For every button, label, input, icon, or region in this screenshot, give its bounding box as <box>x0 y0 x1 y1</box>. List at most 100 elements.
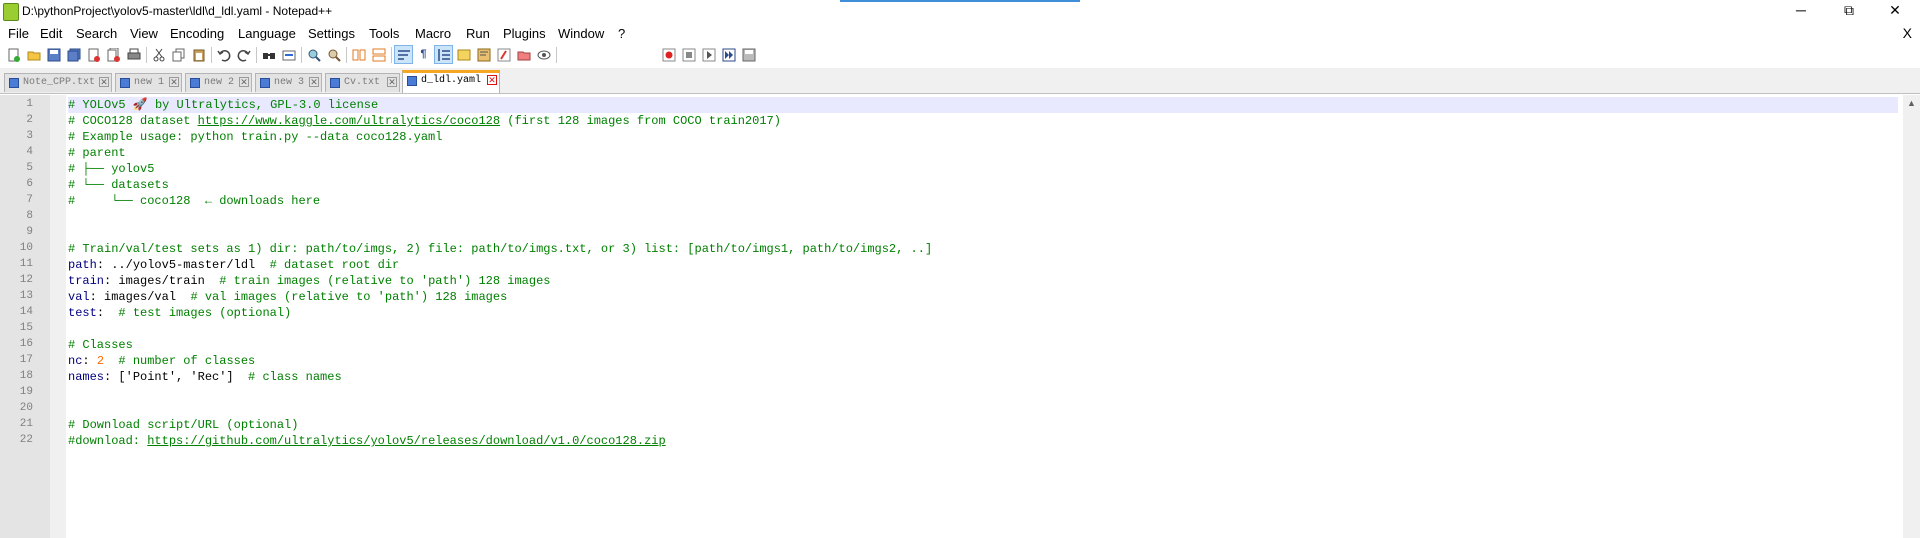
line-number: 17 <box>19 354 33 366</box>
code-line[interactable]: # └── datasets <box>68 177 1898 193</box>
menu-settings[interactable]: Settings <box>308 26 355 41</box>
tab-close-icon[interactable]: ✕ <box>487 75 497 85</box>
yaml-key: names <box>68 370 105 384</box>
yaml-key: val <box>68 290 90 304</box>
save-all-icon[interactable] <box>65 46 82 63</box>
save-macro-icon[interactable] <box>740 46 757 63</box>
code-link[interactable]: https://github.com/ultralytics/yolov5/re… <box>147 434 665 448</box>
save-icon[interactable] <box>45 46 62 63</box>
tab-note-cpp[interactable]: Note_CPP.txt ✕ <box>4 73 112 92</box>
tab-close-icon[interactable]: ✕ <box>169 77 179 87</box>
code-line[interactable]: # Train/val/test sets as 1) dir: path/to… <box>68 241 1898 257</box>
code-line[interactable]: train: images/train # train images (rela… <box>68 273 1898 289</box>
code-line[interactable]: # Download script/URL (optional) <box>68 417 1898 433</box>
close-icon[interactable] <box>85 46 102 63</box>
replace-icon[interactable] <box>280 46 297 63</box>
run-macro-multiple-icon[interactable] <box>720 46 737 63</box>
record-macro-icon[interactable] <box>660 46 677 63</box>
word-wrap-icon[interactable] <box>394 45 413 64</box>
menu-macro[interactable]: Macro <box>415 26 451 41</box>
code-line[interactable]: # └── coco128 ← downloads here <box>68 193 1898 209</box>
tab-close-icon[interactable]: ✕ <box>239 77 249 87</box>
code-token: # parent <box>68 146 126 160</box>
menu-edit[interactable]: Edit <box>40 26 62 41</box>
code-line[interactable]: #download: https://github.com/ultralytic… <box>68 433 1898 449</box>
code-line[interactable] <box>68 401 1898 417</box>
open-file-icon[interactable] <box>25 46 42 63</box>
code-token: : images/train <box>104 274 220 288</box>
code-line[interactable]: nc: 2 # number of classes <box>68 353 1898 369</box>
indent-guide-icon[interactable] <box>434 45 453 64</box>
code-line[interactable]: # YOLOv5 🚀 by Ultralytics, GPL-3.0 licen… <box>68 97 1898 113</box>
close-window-button[interactable]: ✕ <box>1872 0 1918 22</box>
menu-view[interactable]: View <box>130 26 158 41</box>
code-line[interactable]: # Example usage: python train.py --data … <box>68 129 1898 145</box>
monitoring-icon[interactable] <box>535 46 552 63</box>
close-all-icon[interactable] <box>105 46 122 63</box>
code-line[interactable] <box>68 225 1898 241</box>
tab-new-3[interactable]: new 3 ✕ <box>255 73 322 92</box>
maximize-button[interactable]: ⧉ <box>1826 0 1872 22</box>
doc-map-icon[interactable] <box>475 46 492 63</box>
code-line[interactable] <box>68 385 1898 401</box>
new-file-icon[interactable] <box>5 46 22 63</box>
code-line[interactable] <box>68 321 1898 337</box>
folder-workspace-icon[interactable] <box>515 46 532 63</box>
code-line[interactable]: # Classes <box>68 337 1898 353</box>
copy-icon[interactable] <box>170 46 187 63</box>
vertical-scrollbar[interactable]: ▲ <box>1903 95 1920 538</box>
paste-icon[interactable] <box>190 46 207 63</box>
redo-icon[interactable] <box>235 46 252 63</box>
code-line[interactable]: val: images/val # val images (relative t… <box>68 289 1898 305</box>
file-icon <box>260 78 270 88</box>
code-line[interactable]: # COCO128 dataset https://www.kaggle.com… <box>68 113 1898 129</box>
menu-search[interactable]: Search <box>76 26 117 41</box>
sync-vertical-icon[interactable] <box>350 46 367 63</box>
code-token: (first 128 images from COCO train2017) <box>500 114 781 128</box>
function-list-icon[interactable] <box>495 46 512 63</box>
code-token: # val images (relative to 'path') 128 im… <box>190 290 508 304</box>
code-line[interactable]: names: ['Point', 'Rec'] # class names <box>68 369 1898 385</box>
minimize-button[interactable]: ─ <box>1778 0 1824 22</box>
menu-encoding[interactable]: Encoding <box>170 26 224 41</box>
cut-icon[interactable] <box>150 46 167 63</box>
code-line[interactable] <box>68 209 1898 225</box>
udl-icon[interactable] <box>455 46 472 63</box>
code-link[interactable]: https://www.kaggle.com/ultralytics/coco1… <box>198 114 500 128</box>
tab-close-icon[interactable]: ✕ <box>309 77 319 87</box>
menu-run[interactable]: Run <box>466 26 490 41</box>
code-line[interactable]: path: ../yolov5-master/ldl # dataset roo… <box>68 257 1898 273</box>
menu-plugins[interactable]: Plugins <box>503 26 546 41</box>
code-token: # ├── yolov5 <box>68 162 155 176</box>
line-number: 4 <box>26 146 33 158</box>
menu-file[interactable]: File <box>8 26 29 41</box>
tab-new-2[interactable]: new 2 ✕ <box>185 73 252 92</box>
zoom-out-icon[interactable] <box>325 46 342 63</box>
sync-horizontal-icon[interactable] <box>370 46 387 63</box>
menu-window[interactable]: Window <box>558 26 604 41</box>
window-title: D:\pythonProject\yolov5-master\ldl\d_ldl… <box>22 4 333 18</box>
tab-new-1[interactable]: new 1 ✕ <box>115 73 182 92</box>
menu-help[interactable]: ? <box>618 26 625 41</box>
menu-language[interactable]: Language <box>238 26 296 41</box>
code-line[interactable]: test: # test images (optional) <box>68 305 1898 321</box>
print-icon[interactable] <box>125 46 142 63</box>
tab-close-icon[interactable]: ✕ <box>99 77 109 87</box>
editor-area[interactable]: 1 # YOLOv5 🚀 by Ultralytics, GPL-3.0 lice… <box>0 95 1920 538</box>
scroll-up-icon[interactable]: ▲ <box>1903 95 1920 111</box>
tab-label: new 2 <box>204 77 235 88</box>
tab-close-icon[interactable]: ✕ <box>387 77 397 87</box>
code-line[interactable]: # parent <box>68 145 1898 161</box>
play-macro-icon[interactable] <box>700 46 717 63</box>
find-icon[interactable] <box>260 46 277 63</box>
menu-tools[interactable]: Tools <box>369 26 399 41</box>
tab-d-ldl-yaml[interactable]: d_ldl.yaml ✕ <box>402 70 500 93</box>
tab-cv-txt[interactable]: Cv.txt ✕ <box>325 73 400 92</box>
stop-record-icon[interactable] <box>680 46 697 63</box>
undo-icon[interactable] <box>215 46 232 63</box>
toolbar-separator <box>301 47 302 63</box>
zoom-in-icon[interactable] <box>305 46 322 63</box>
show-all-chars-icon[interactable]: ¶ <box>415 46 432 63</box>
code-line[interactable]: # ├── yolov5 <box>68 161 1898 177</box>
close-document-button[interactable]: X <box>1903 25 1912 41</box>
